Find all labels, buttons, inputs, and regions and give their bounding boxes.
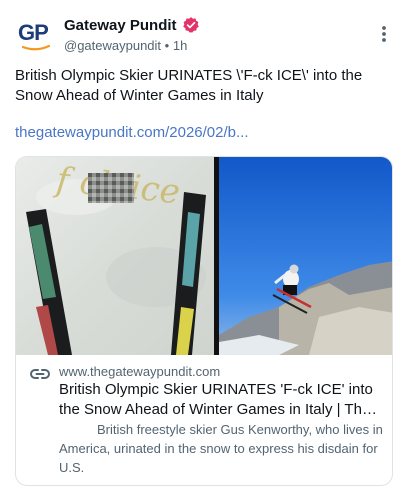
link-chain-icon bbox=[30, 369, 50, 379]
verified-badge-icon bbox=[182, 17, 199, 33]
post-text: British Olympic Skier URINATES \'F-ck IC… bbox=[15, 67, 363, 104]
author-handle[interactable]: @gatewaypundit bbox=[64, 38, 161, 53]
avatar-logo-text: GP bbox=[18, 20, 49, 45]
card-description: British freestyle skier Gus Kenworthy, w… bbox=[59, 422, 383, 475]
snow-writing-image: f ck ice bbox=[16, 157, 214, 355]
card-images: f ck ice bbox=[16, 157, 392, 355]
post-header: GP Gateway Pundit @gatewaypundit • 1h bbox=[12, 10, 396, 58]
post-meta: @gatewaypundit • 1h bbox=[64, 38, 187, 53]
post-time[interactable]: 1h bbox=[173, 38, 187, 53]
card-title[interactable]: British Olympic Skier URINATES 'F-ck ICE… bbox=[59, 380, 385, 420]
card-title-line-1: British Olympic Skier URINATES 'F-ck ICE… bbox=[59, 381, 373, 398]
pixelated-censor bbox=[88, 173, 134, 203]
meta-separator: • bbox=[164, 38, 170, 53]
card-title-line-2: the Snow Ahead of Winter Games in Italy … bbox=[59, 401, 385, 418]
card-footer[interactable]: www.thegatewaypundit.com British Olympic… bbox=[16, 355, 392, 485]
more-vertical-icon[interactable] bbox=[374, 24, 394, 44]
author-row: Gateway Pundit bbox=[64, 16, 200, 34]
post-link[interactable]: thegatewaypundit.com/2026/02/b... bbox=[15, 124, 249, 141]
avatar-swoosh-icon bbox=[22, 45, 50, 51]
avatar[interactable]: GP bbox=[12, 12, 56, 56]
ski-jump-image bbox=[219, 157, 392, 355]
author-name[interactable]: Gateway Pundit bbox=[64, 17, 177, 34]
card-domain: www.thegatewaypundit.com bbox=[59, 364, 221, 379]
link-preview-card[interactable]: f ck ice bbox=[15, 156, 393, 486]
